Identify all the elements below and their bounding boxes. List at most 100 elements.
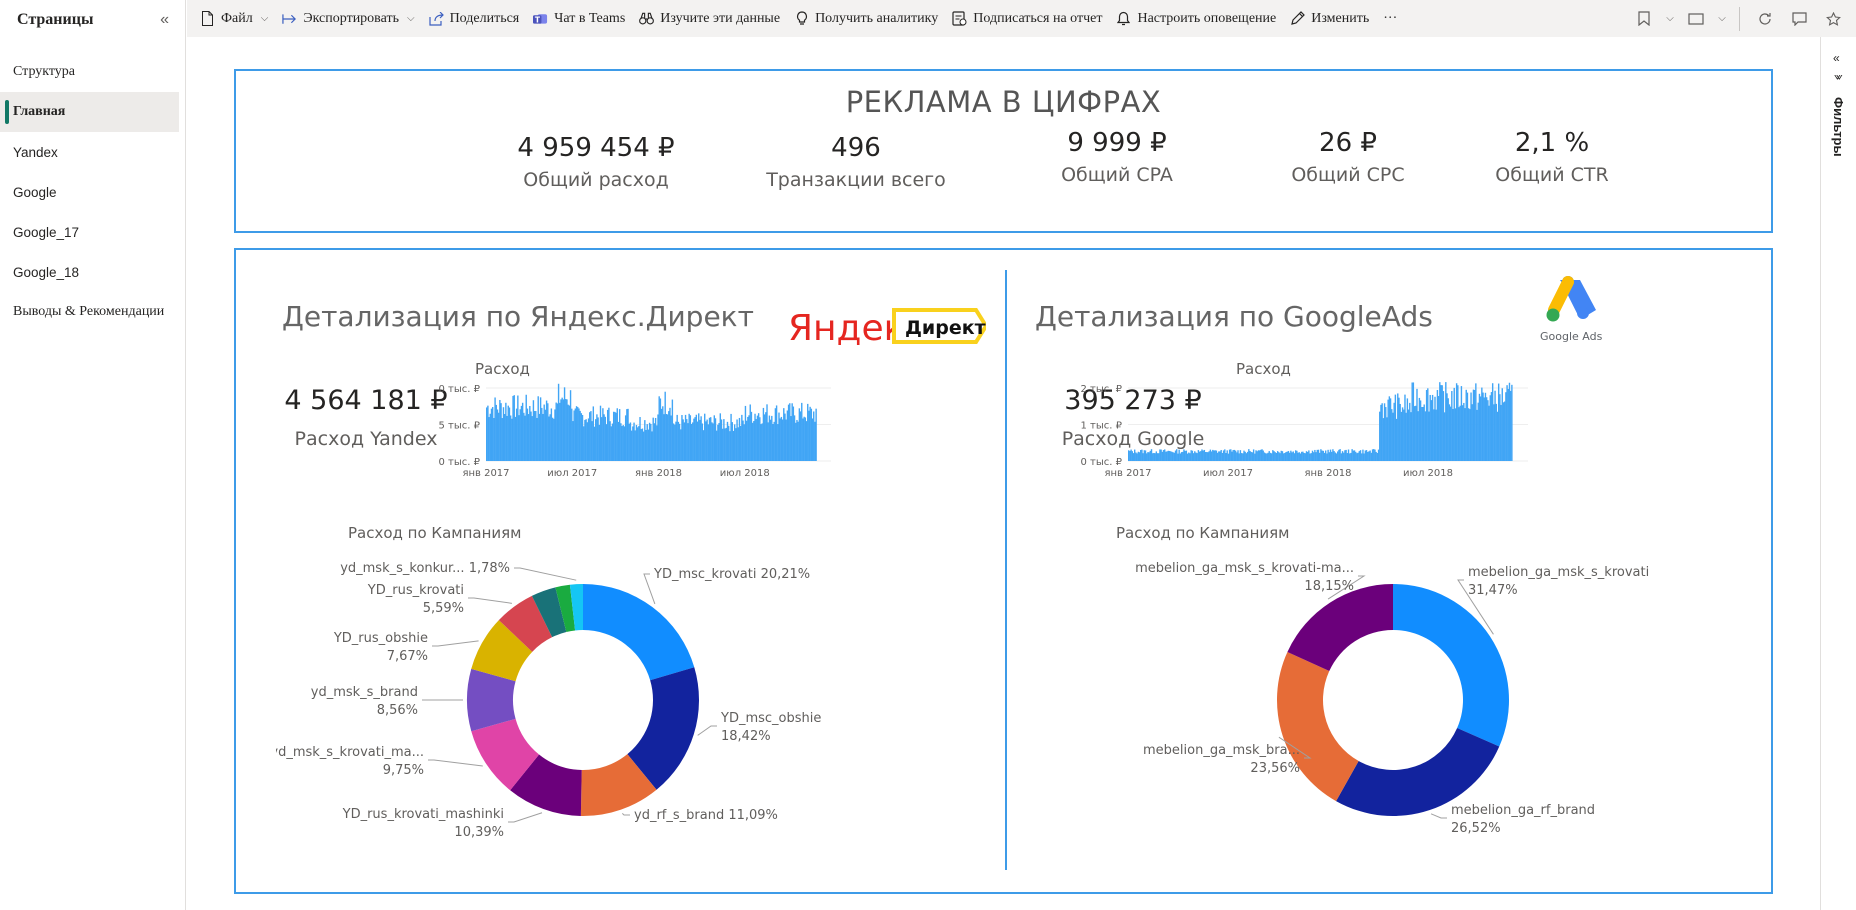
spend-bar bbox=[1243, 450, 1245, 461]
more-options-button[interactable]: ··· bbox=[1376, 0, 1404, 37]
spend-bar bbox=[580, 413, 583, 461]
spend-bar bbox=[630, 430, 633, 461]
spend-bar bbox=[622, 425, 624, 461]
spend-bar bbox=[689, 415, 692, 461]
kpi-value: 496 bbox=[831, 133, 881, 163]
spend-bar bbox=[657, 414, 659, 461]
page-item-google-18[interactable]: Google_18 bbox=[0, 252, 185, 292]
donut-slice bbox=[583, 584, 695, 681]
spend-bar bbox=[1430, 400, 1433, 461]
spend-bar bbox=[1188, 452, 1190, 461]
spend-bar bbox=[1230, 449, 1232, 461]
kpi-ctr[interactable]: 2,1 % Общий CTR bbox=[1422, 128, 1682, 186]
chevron-down-icon[interactable]: ⌵ bbox=[1663, 4, 1677, 34]
spend-bar bbox=[1404, 394, 1406, 461]
spend-bar bbox=[1479, 396, 1482, 461]
spend-bar bbox=[1303, 452, 1305, 461]
spend-bar bbox=[1425, 389, 1428, 461]
leader-line bbox=[468, 597, 512, 604]
spend-bar bbox=[1192, 453, 1195, 461]
chevron-down-icon[interactable]: ⌵ bbox=[1715, 4, 1729, 34]
spend-bar bbox=[1475, 383, 1477, 461]
spend-bar bbox=[1367, 451, 1369, 461]
spend-bar bbox=[801, 402, 803, 461]
bookmark-icon[interactable] bbox=[1629, 4, 1659, 34]
favorite-icon[interactable] bbox=[1818, 4, 1848, 34]
page-item-yandex[interactable]: Yandex bbox=[0, 132, 185, 172]
view-icon[interactable] bbox=[1681, 4, 1711, 34]
page-item-main[interactable]: Главная bbox=[0, 92, 179, 132]
spend-bar bbox=[1300, 451, 1303, 461]
get-insights-button[interactable]: Получить аналитику bbox=[787, 0, 945, 37]
kpi-total-spend[interactable]: 4 959 454 ₽ Общий расход bbox=[466, 133, 726, 191]
collapse-pages-icon[interactable]: « bbox=[160, 11, 169, 29]
spend-bar bbox=[1485, 397, 1488, 461]
spend-bar bbox=[1240, 453, 1243, 461]
spend-bar bbox=[526, 408, 529, 461]
spend-bar bbox=[1278, 452, 1280, 461]
spend-bar bbox=[620, 423, 622, 461]
spend-bar bbox=[1198, 451, 1201, 461]
edit-label: Изменить bbox=[1311, 10, 1370, 26]
google-ads-caption: Google Ads bbox=[1540, 330, 1603, 343]
spend-bar bbox=[1329, 449, 1332, 461]
filters-pane-label[interactable]: Фильтры bbox=[1831, 97, 1846, 157]
subscribe-button[interactable]: Подписаться на отчет bbox=[945, 0, 1109, 37]
google-campaign-donut[interactable]: mebelion_ga_msk_s_krovati 31,47% mebelion_… bbox=[1036, 540, 1656, 850]
spend-bar bbox=[702, 430, 705, 461]
yandex-spend-chart[interactable]: 0 тыс. ₽ 5 тыс. ₽ 10 тыс. ₽ янв 2017 июл 201… bbox=[436, 378, 836, 478]
page-item-structure[interactable]: Структура bbox=[0, 52, 185, 92]
spend-bar bbox=[609, 421, 611, 461]
spend-bar bbox=[561, 397, 563, 461]
share-button[interactable]: Поделиться bbox=[422, 0, 527, 37]
spend-bar bbox=[1371, 449, 1374, 461]
kpi-panel: РЕКЛАМА В ЦИФРАХ 4 959 454 ₽ Общий расхо… bbox=[234, 69, 1773, 233]
yandex-campaign-donut[interactable]: YD_msc_krovati 20,21% YD_msc_obshie 18,42%… bbox=[276, 540, 856, 850]
spend-bar bbox=[503, 413, 506, 461]
filter-icon: ⩖ bbox=[1834, 71, 1843, 83]
teams-chat-button[interactable]: T Чат в Teams bbox=[526, 0, 632, 37]
spend-bar bbox=[1279, 453, 1281, 461]
spend-bar bbox=[708, 417, 711, 461]
comment-icon[interactable] bbox=[1784, 4, 1814, 34]
spend-bar bbox=[1427, 388, 1429, 461]
spend-bar bbox=[595, 419, 597, 461]
page-item-conclusions[interactable]: Выводы & Рекомендации bbox=[0, 292, 185, 332]
spend-bar bbox=[815, 408, 817, 461]
spend-bar bbox=[759, 417, 761, 461]
spend-bar bbox=[1276, 451, 1279, 461]
spend-bar bbox=[529, 405, 531, 461]
spend-bar bbox=[1436, 390, 1439, 461]
y-tick-label: 1 тыс. ₽ bbox=[1081, 421, 1123, 432]
spend-bar bbox=[1497, 383, 1500, 461]
spend-bar bbox=[1503, 401, 1506, 461]
kpi-transactions[interactable]: 496 Транзакции всего bbox=[726, 133, 986, 191]
google-spend-chart[interactable]: 0 тыс. ₽ 1 тыс. ₽ 2 тыс. ₽ янв 2017 июл 2017… bbox=[1066, 378, 1536, 478]
spend-bar bbox=[1287, 451, 1290, 461]
explore-data-button[interactable]: Изучите эти данные bbox=[632, 0, 787, 37]
kpi-title: РЕКЛАМА В ЦИФРАХ bbox=[845, 85, 1162, 119]
export-menu-button[interactable]: Экспортировать ⌵ bbox=[275, 0, 421, 37]
spend-bar bbox=[799, 411, 802, 461]
page-item-google[interactable]: Google bbox=[0, 172, 185, 212]
chevron-down-icon: ⌵ bbox=[406, 13, 415, 24]
slice-label: YD_rus_krovati bbox=[367, 583, 464, 598]
file-menu-button[interactable]: Файл ⌵ bbox=[193, 0, 275, 37]
page-item-google-17[interactable]: Google_17 bbox=[0, 212, 185, 252]
spend-bar bbox=[489, 413, 491, 461]
spend-bar bbox=[663, 414, 665, 461]
spend-bar bbox=[1483, 397, 1485, 461]
spend-bar bbox=[1261, 449, 1263, 461]
edit-button[interactable]: Изменить bbox=[1283, 0, 1376, 37]
expand-filters-icon[interactable]: « bbox=[1833, 51, 1840, 65]
spend-bar bbox=[1464, 408, 1466, 461]
refresh-icon[interactable] bbox=[1750, 4, 1780, 34]
set-alert-button[interactable]: Настроить оповещение bbox=[1109, 0, 1283, 37]
spend-bar bbox=[705, 421, 707, 461]
spend-bar bbox=[553, 418, 555, 461]
spend-bar bbox=[1394, 394, 1397, 461]
spend-bar bbox=[1263, 452, 1266, 461]
kpi-cpa[interactable]: 9 999 ₽ Общий CPA bbox=[987, 128, 1247, 186]
slice-label: mebelion_ga_msk_bra... bbox=[1143, 743, 1300, 758]
slice-label: YD_rus_krovati_mashinki bbox=[342, 807, 504, 822]
